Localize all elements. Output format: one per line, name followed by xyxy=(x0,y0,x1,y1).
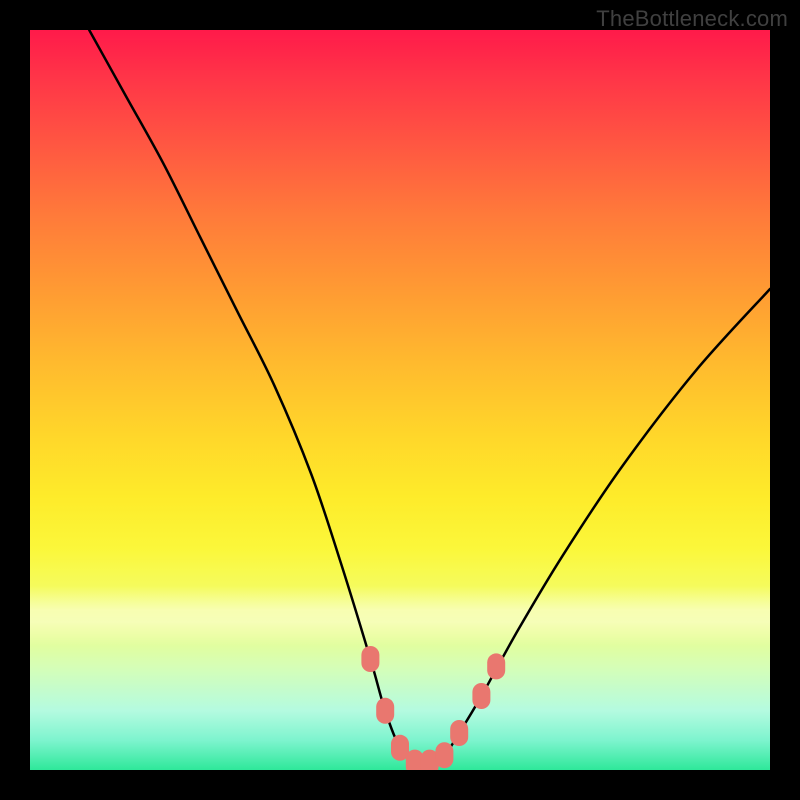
curve-marker xyxy=(361,646,379,672)
bottleneck-curve xyxy=(89,30,770,764)
curve-marker xyxy=(487,653,505,679)
curve-marker xyxy=(472,683,490,709)
curve-marker xyxy=(435,742,453,768)
curve-marker xyxy=(450,720,468,746)
chart-area xyxy=(30,30,770,770)
curve-marker xyxy=(376,698,394,724)
curve-svg xyxy=(30,30,770,770)
curve-markers xyxy=(361,646,505,770)
watermark-text: TheBottleneck.com xyxy=(596,6,788,32)
